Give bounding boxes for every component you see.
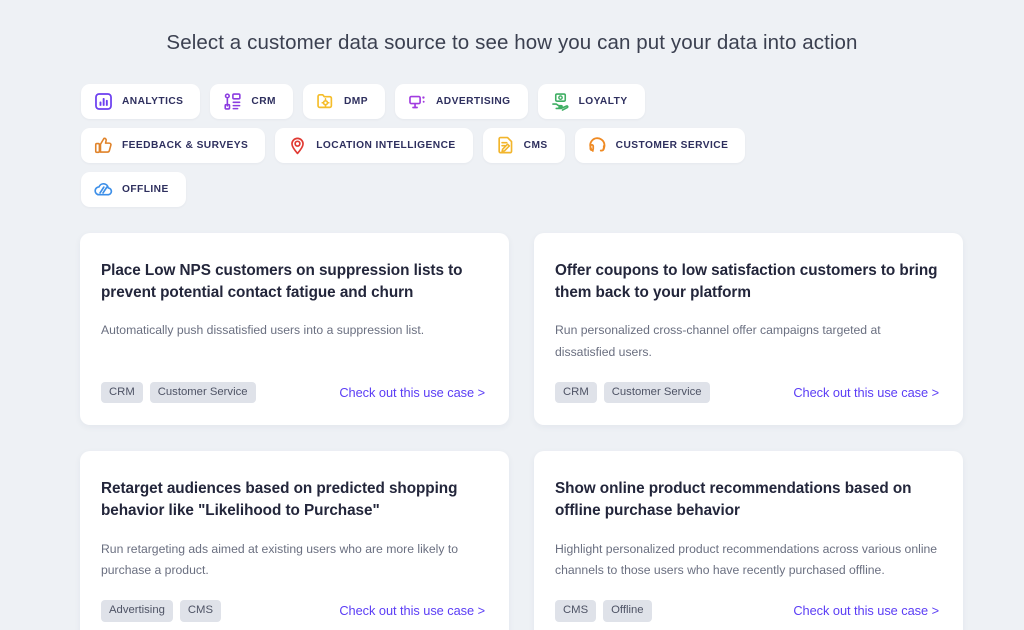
use-case-card[interactable]: Show online product recommendations base… xyxy=(534,451,963,630)
filter-chip-label: Analytics xyxy=(122,96,183,107)
use-case-tag[interactable]: CMS xyxy=(555,600,596,621)
map-pin-icon xyxy=(288,136,307,155)
use-case-tag[interactable]: CRM xyxy=(555,382,597,403)
use-case-description: Run retargeting ads aimed at existing us… xyxy=(101,539,485,582)
use-case-footer: CMS Offline Check out this use case > xyxy=(555,582,939,621)
page-title: Select a customer data source to see how… xyxy=(0,0,1024,55)
folder-gear-icon xyxy=(316,92,335,111)
filter-chip-label: Customer Service xyxy=(616,140,729,151)
use-case-tag[interactable]: Customer Service xyxy=(150,382,256,403)
use-case-footer: CRM Customer Service Check out this use ca… xyxy=(101,364,485,403)
filter-chip-location-intelligence[interactable]: Location Intelligence xyxy=(275,128,472,163)
use-case-tag[interactable]: CRM xyxy=(101,382,143,403)
filter-chip-label: Advertising xyxy=(436,96,511,107)
use-case-tag-list: CMS Offline xyxy=(555,600,652,621)
filter-chip-label: Feedback & Surveys xyxy=(122,140,248,151)
filter-chip-label: Offline xyxy=(122,184,169,195)
filter-chip-analytics[interactable]: Analytics xyxy=(81,84,200,119)
cloud-slash-icon xyxy=(94,180,113,199)
use-case-title: Show online product recommendations base… xyxy=(555,478,939,521)
money-hand-icon xyxy=(551,92,570,111)
filter-chip-customer-service[interactable]: Customer Service xyxy=(575,128,746,163)
use-case-link[interactable]: Check out this use case > xyxy=(339,603,485,618)
use-case-card[interactable]: Place Low NPS customers on suppression l… xyxy=(80,233,509,425)
data-source-filter-list: Analytics CRM DMP Advertising xyxy=(0,55,880,207)
use-case-tag[interactable]: CMS xyxy=(180,600,221,621)
org-chart-icon xyxy=(223,92,242,111)
filter-chip-advertising[interactable]: Advertising xyxy=(395,84,528,119)
use-case-card[interactable]: Offer coupons to low satisfaction custom… xyxy=(534,233,963,425)
megaphone-icon xyxy=(408,92,427,111)
filter-chip-label: Loyalty xyxy=(579,96,628,107)
use-case-description: Automatically push dissatisfied users in… xyxy=(101,320,485,342)
use-case-link[interactable]: Check out this use case > xyxy=(339,385,485,400)
use-case-tag-list: CRM Customer Service xyxy=(101,382,256,403)
filter-chip-label: CRM xyxy=(251,96,276,107)
use-case-link[interactable]: Check out this use case > xyxy=(793,385,939,400)
use-case-title: Retarget audiences based on predicted sh… xyxy=(101,478,485,521)
filter-chip-feedback-surveys[interactable]: Feedback & Surveys xyxy=(81,128,265,163)
filter-chip-cms[interactable]: CMS xyxy=(483,128,565,163)
document-pencil-icon xyxy=(496,136,515,155)
use-case-tag[interactable]: Customer Service xyxy=(604,382,710,403)
bar-chart-icon xyxy=(94,92,113,111)
thumbs-up-icon xyxy=(94,136,113,155)
use-case-tag[interactable]: Advertising xyxy=(101,600,173,621)
filter-chip-offline[interactable]: Offline xyxy=(81,172,186,207)
use-case-description: Run personalized cross-channel offer cam… xyxy=(555,320,939,363)
filter-chip-crm[interactable]: CRM xyxy=(210,84,293,119)
filter-chip-label: CMS xyxy=(524,140,548,151)
filter-chip-loyalty[interactable]: Loyalty xyxy=(538,84,645,119)
use-case-link[interactable]: Check out this use case > xyxy=(793,603,939,618)
use-case-tag[interactable]: Offline xyxy=(603,600,651,621)
filter-chip-dmp[interactable]: DMP xyxy=(303,84,385,119)
filter-chip-label: Location Intelligence xyxy=(316,140,455,151)
use-case-title: Place Low NPS customers on suppression l… xyxy=(101,260,485,303)
use-case-card-grid: Place Low NPS customers on suppression l… xyxy=(0,207,1024,630)
use-case-tag-list: CRM Customer Service xyxy=(555,382,710,403)
use-case-description: Highlight personalized product recommend… xyxy=(555,539,939,582)
headset-icon xyxy=(588,136,607,155)
use-case-footer: Advertising CMS Check out this use case > xyxy=(101,582,485,621)
filter-chip-label: DMP xyxy=(344,96,368,107)
use-case-tag-list: Advertising CMS xyxy=(101,600,221,621)
use-case-title: Offer coupons to low satisfaction custom… xyxy=(555,260,939,303)
use-case-footer: CRM Customer Service Check out this use ca… xyxy=(555,364,939,403)
use-case-card[interactable]: Retarget audiences based on predicted sh… xyxy=(80,451,509,630)
use-case-explorer-page: Select a customer data source to see how… xyxy=(0,0,1024,630)
